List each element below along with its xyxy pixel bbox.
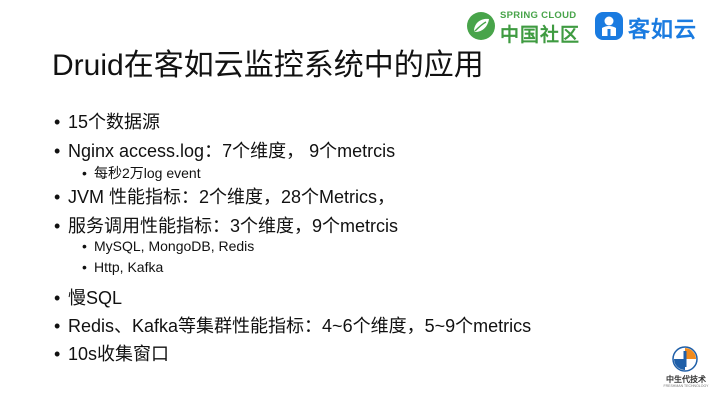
- bullet-list: • 15个数据源 • Nginx access.log：7个维度， 9个metrci…: [0, 0, 720, 405]
- sub-bullet-text: Http, Kafka: [94, 259, 164, 275]
- bullet-text: 15个数据源: [68, 112, 161, 132]
- sub-bullet-item: • MySQL, MongoDB, Redis: [82, 238, 254, 254]
- bullet-item: • 服务调用性能指标：3个维度，9个metrcis: [54, 212, 398, 238]
- bullet-text: Nginx access.log：7个维度， 9个metrcis: [68, 141, 396, 161]
- zhongshengdai-logo: 中生代技术 FRESHMAN TECHNOLOGY: [662, 346, 710, 392]
- bullet-text: 慢SQL: [68, 288, 123, 308]
- sub-bullet-item: • 每秒2万log event: [82, 163, 201, 183]
- bullet-dot: •: [54, 216, 61, 236]
- bullet-item: • JVM 性能指标：2个维度，28个Metrics，: [54, 183, 395, 209]
- bullet-item: • 15个数据源: [54, 108, 160, 134]
- bullet-text: Redis、Kafka等集群性能指标：4~6个维度，5~9个metrics: [68, 316, 532, 336]
- bullet-text: JVM 性能指标：2个维度，28个Metrics，: [68, 187, 396, 207]
- sub-bullet-item: • Http, Kafka: [82, 259, 163, 275]
- bullet-dot: •: [54, 141, 61, 161]
- bullet-item: • 慢SQL: [54, 284, 122, 310]
- bullet-text: 10s收集窗口: [68, 344, 170, 364]
- bullet-item: • Redis、Kafka等集群性能指标：4~6个维度，5~9个metrics: [54, 312, 531, 338]
- sub-bullet-text: 每秒2万log event: [94, 165, 201, 181]
- bullet-dot: •: [54, 112, 61, 132]
- bullet-dot: •: [54, 316, 61, 336]
- bullet-dot: •: [82, 165, 87, 181]
- bullet-item: • Nginx access.log：7个维度， 9个metrcis: [54, 137, 395, 163]
- bullet-text: 服务调用性能指标：3个维度，9个metrcis: [68, 216, 399, 236]
- zhongshengdai-logo-subtext: FRESHMAN TECHNOLOGY: [663, 384, 709, 388]
- bullet-item: • 10s收集窗口: [54, 340, 169, 366]
- bullet-dot: •: [54, 344, 61, 364]
- bullet-dot: •: [54, 288, 61, 308]
- sub-bullet-text: MySQL, MongoDB, Redis: [94, 238, 255, 254]
- bullet-dot: •: [54, 187, 61, 207]
- zhongshengdai-mark-icon: [672, 346, 698, 372]
- bullet-dot: •: [82, 259, 87, 275]
- bullet-dot: •: [82, 238, 87, 254]
